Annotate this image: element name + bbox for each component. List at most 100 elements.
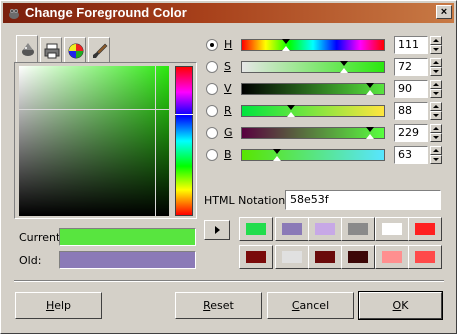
channel-label-v: V <box>224 82 232 95</box>
history-color-button[interactable] <box>341 217 375 241</box>
channel-slider-s[interactable] <box>241 61 385 73</box>
channel-slider-r[interactable] <box>241 105 385 117</box>
history-color-button[interactable] <box>275 217 309 241</box>
spin-down-r[interactable] <box>430 111 442 120</box>
slider-marker-top <box>366 127 374 132</box>
channel-radio-h[interactable] <box>206 39 218 51</box>
slider-marker-top <box>273 149 281 154</box>
channel-slider-h[interactable] <box>241 39 385 51</box>
tab-watercolor[interactable] <box>64 37 86 63</box>
channel-label-h: H <box>224 38 233 51</box>
history-color-chip <box>315 251 335 263</box>
html-notation-label: HTML Notation: <box>204 194 289 207</box>
history-color-chip <box>348 223 368 235</box>
channel-radio-b[interactable] <box>206 149 218 161</box>
old-label: Old: <box>19 254 42 267</box>
channel-label-b: B <box>224 148 232 161</box>
title-bar: Change Foreground Color × <box>3 3 454 23</box>
add-to-history-button[interactable] <box>204 220 230 240</box>
tab-cmyk[interactable] <box>40 37 62 63</box>
history-color-button[interactable] <box>341 245 375 269</box>
tab-scales[interactable] <box>88 37 110 63</box>
history-color-button[interactable] <box>239 217 273 241</box>
slider-marker-bottom <box>282 46 290 51</box>
spin-down-s[interactable] <box>430 67 442 76</box>
channel-value-s[interactable]: 72 <box>394 58 428 76</box>
spin-up-h[interactable] <box>430 36 442 45</box>
change-foreground-color-dialog: Change Foreground Color × Current: Old: … <box>0 0 457 334</box>
channel-slider-g[interactable] <box>241 127 385 139</box>
history-color-chip <box>415 223 435 235</box>
channel-row-s: S 72 <box>206 58 446 78</box>
history-color-button[interactable] <box>308 245 342 269</box>
spin-down-g[interactable] <box>430 133 442 142</box>
slider-marker-bottom <box>366 134 374 139</box>
printer-icon <box>44 43 60 59</box>
history-color-button[interactable] <box>375 245 409 269</box>
saturation-value-area[interactable] <box>19 66 169 216</box>
channel-slider-v[interactable] <box>241 83 385 95</box>
spin-up-s[interactable] <box>430 58 442 67</box>
channel-radio-r[interactable] <box>206 105 218 117</box>
channel-row-v: V 90 <box>206 80 446 100</box>
history-color-chip <box>415 251 435 263</box>
history-color-button[interactable] <box>239 245 273 269</box>
history-color-chip <box>282 223 302 235</box>
slider-marker-bottom <box>340 68 348 73</box>
channel-row-b: B 63 <box>206 146 446 166</box>
current-color-swatch <box>59 228 196 246</box>
slider-marker-bottom <box>366 90 374 95</box>
channel-value-g[interactable]: 229 <box>394 124 428 142</box>
spin-up-b[interactable] <box>430 146 442 155</box>
channel-slider-b[interactable] <box>241 149 385 161</box>
history-color-chip <box>246 223 266 235</box>
paintbrush-icon <box>93 43 108 58</box>
channel-value-h[interactable]: 111 <box>394 36 428 54</box>
spin-down-b[interactable] <box>430 155 442 164</box>
ok-button[interactable]: OK <box>358 291 443 320</box>
channel-value-r[interactable]: 88 <box>394 102 428 120</box>
channel-row-r: R 88 <box>206 102 446 122</box>
close-button[interactable]: × <box>436 5 452 19</box>
html-notation-input[interactable]: 58e53f <box>285 190 441 210</box>
reset-button[interactable]: Reset <box>175 292 262 319</box>
slider-marker-top <box>287 105 295 110</box>
color-picker-panel <box>14 62 197 219</box>
channel-label-r: R <box>224 104 232 117</box>
spin-up-r[interactable] <box>430 102 442 111</box>
spin-up-g[interactable] <box>430 124 442 133</box>
channel-row-h: H 111 <box>206 36 446 56</box>
spin-up-v[interactable] <box>430 80 442 89</box>
history-color-button[interactable] <box>275 245 309 269</box>
history-color-chip <box>246 251 266 263</box>
history-color-button[interactable] <box>408 245 442 269</box>
old-color-swatch <box>59 251 196 269</box>
channel-radio-g[interactable] <box>206 127 218 139</box>
cancel-button[interactable]: Cancel <box>267 292 354 319</box>
hue-strip[interactable] <box>175 66 193 216</box>
wilber-icon <box>9 9 19 19</box>
window-title: Change Foreground Color <box>25 5 187 20</box>
slider-marker-top <box>366 83 374 88</box>
history-color-chip <box>315 223 335 235</box>
slider-marker-bottom <box>273 156 281 161</box>
wilber-icon <box>22 43 34 56</box>
current-label: Current: <box>19 231 65 244</box>
slider-marker-bottom <box>287 112 295 117</box>
channel-radio-v[interactable] <box>206 83 218 95</box>
tab-gimp-selector[interactable] <box>16 35 38 63</box>
spin-down-v[interactable] <box>430 89 442 98</box>
crosshair-horizontal <box>19 109 169 110</box>
channel-value-b[interactable]: 63 <box>394 146 428 164</box>
history-color-button[interactable] <box>408 217 442 241</box>
history-color-button[interactable] <box>308 217 342 241</box>
help-button[interactable]: Help <box>15 292 102 319</box>
channel-value-v[interactable]: 90 <box>394 80 428 98</box>
spin-down-h[interactable] <box>430 45 442 54</box>
slider-marker-top <box>340 61 348 66</box>
hue-marker <box>175 114 193 115</box>
channel-radio-s[interactable] <box>206 61 218 73</box>
channel-row-g: G 229 <box>206 124 446 144</box>
history-color-chip <box>282 251 302 263</box>
history-color-button[interactable] <box>375 217 409 241</box>
